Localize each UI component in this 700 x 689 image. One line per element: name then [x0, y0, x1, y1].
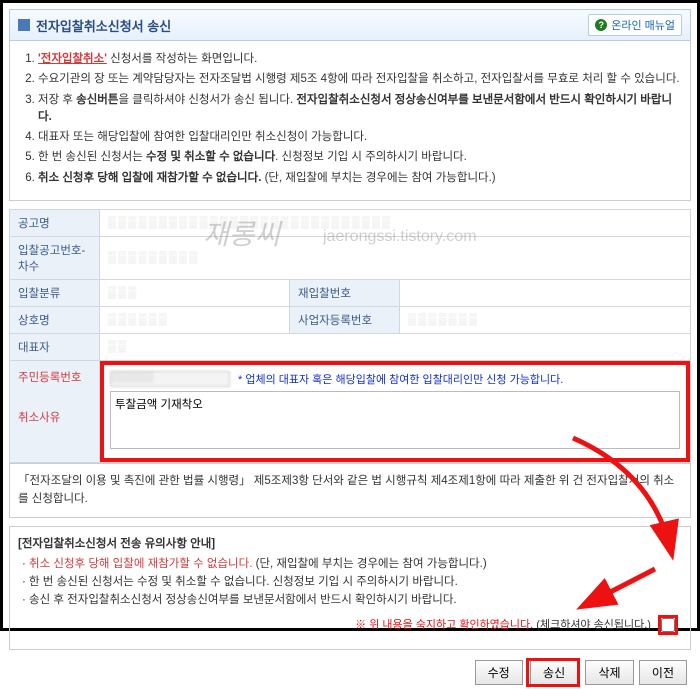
value-bid-number: ▒▒▒▒▒▒▒▒▒: [100, 236, 691, 279]
note-item: '전자입찰취소' 신청서를 작성하는 화면입니다.: [38, 51, 682, 68]
form-table: 공고명 ▒▒▒▒▒▒▒▒▒▒▒▒▒▒▒▒▒▒▒▒▒▒▒▒▒▒▒▒ 입찰공고번호-…: [9, 209, 691, 463]
value-company: ▒▒▒▒▒▒: [100, 306, 290, 333]
delete-button[interactable]: 삭제: [585, 660, 633, 685]
note-item: 저장 후 송신버튼을 클릭하셔야 신청서가 송신 됩니다. 전자입찰취소신청서 …: [38, 92, 682, 127]
label-ssn: 주민등록번호: [18, 369, 91, 385]
label-company: 상호명: [10, 306, 100, 333]
notes-section: '전자입찰취소' 신청서를 작성하는 화면입니다. 수요기관의 장 또는 계약담…: [9, 41, 691, 201]
label-ceo: 대표자: [10, 333, 100, 360]
page-title: 전자입찰취소신청서 송신: [36, 16, 171, 35]
note-item: 한 번 송신된 신청서는 수정 및 취소할 수 없습니다. 신청정보 기입 시 …: [38, 149, 682, 166]
value-biz-number: ▒▒▒▒▒▒▒: [400, 306, 691, 333]
label-cancel-reason: 취소사유: [18, 409, 91, 425]
back-button[interactable]: 이전: [639, 660, 687, 685]
send-button[interactable]: 송신: [530, 660, 578, 685]
value-bid-class: ▒▒▒: [100, 279, 290, 306]
label-bid-number: 입찰공고번호-차수: [10, 236, 100, 279]
help-icon: ?: [595, 19, 607, 31]
label-biz-number: 사업자등록번호: [290, 306, 400, 333]
guide-title: [전자입찰취소신청서 전송 유의사항 안내]: [18, 535, 682, 551]
declaration-text: 「전자조달의 이용 및 촉진에 관한 법률 시행령」 제5조제3항 단서와 같은…: [9, 463, 691, 518]
note-item: 대표자 또는 해당입찰에 참여한 입찰대리인만 취소신청이 가능합니다.: [38, 129, 682, 146]
button-bar: 수정 송신 삭제 이전: [9, 650, 691, 689]
highlight-box: ▒▒▒▒▒▒ * 업체의 대표자 혹은 해당입찰에 참여한 입찰대리인만 신청 …: [100, 361, 690, 462]
ssn-note-text: * 업체의 대표자 혹은 해당입찰에 참여한 입찰대리인만 신청 가능합니다.: [238, 371, 563, 387]
edit-button[interactable]: 수정: [475, 660, 523, 685]
confirm-text: ※ 위 내용을 숙지하고 확인하였습니다.: [355, 618, 533, 630]
value-ceo: ▒▒: [100, 333, 691, 360]
note-item: 취소 신청후 당해 입찰에 재참가할 수 없습니다. (단, 재입찰에 부치는 …: [38, 170, 682, 187]
online-manual-link[interactable]: ? 온라인 매뉴얼: [588, 14, 682, 36]
confirm-subtext: (체크하셔야 송신됩니다.): [533, 618, 651, 630]
label-notice-name: 공고명: [10, 209, 100, 236]
guide-item: 취소 신청후 당해 입찰에 재참가할 수 없습니다. (단, 재입찰에 부치는 …: [22, 555, 682, 571]
title-icon: [18, 19, 30, 31]
note-item: 수요기관의 장 또는 계약담당자는 전자조달법 시행령 제5조 4항에 따라 전…: [38, 71, 682, 88]
cancel-reason-input[interactable]: [110, 391, 680, 449]
value-notice-name: ▒▒▒▒▒▒▒▒▒▒▒▒▒▒▒▒▒▒▒▒▒▒▒▒▒▒▒▒: [100, 209, 691, 236]
value-rebid-number: [400, 279, 691, 306]
guide-item: 한 번 송신된 신청서는 수정 및 취소할 수 없습니다. 신청정보 기입 시 …: [22, 573, 682, 589]
guide-item: 송신 후 전자입찰취소신청서 정상송신여부를 보낸문서함에서 반드시 확인하시기…: [22, 591, 682, 607]
confirm-checkbox[interactable]: [661, 618, 675, 632]
value-ssn-masked: ▒▒▒▒▒▒: [110, 371, 230, 387]
online-manual-label: 온라인 매뉴얼: [611, 17, 675, 33]
label-bid-class: 입찰분류: [10, 279, 100, 306]
label-rebid-number: 재입찰번호: [290, 279, 400, 306]
